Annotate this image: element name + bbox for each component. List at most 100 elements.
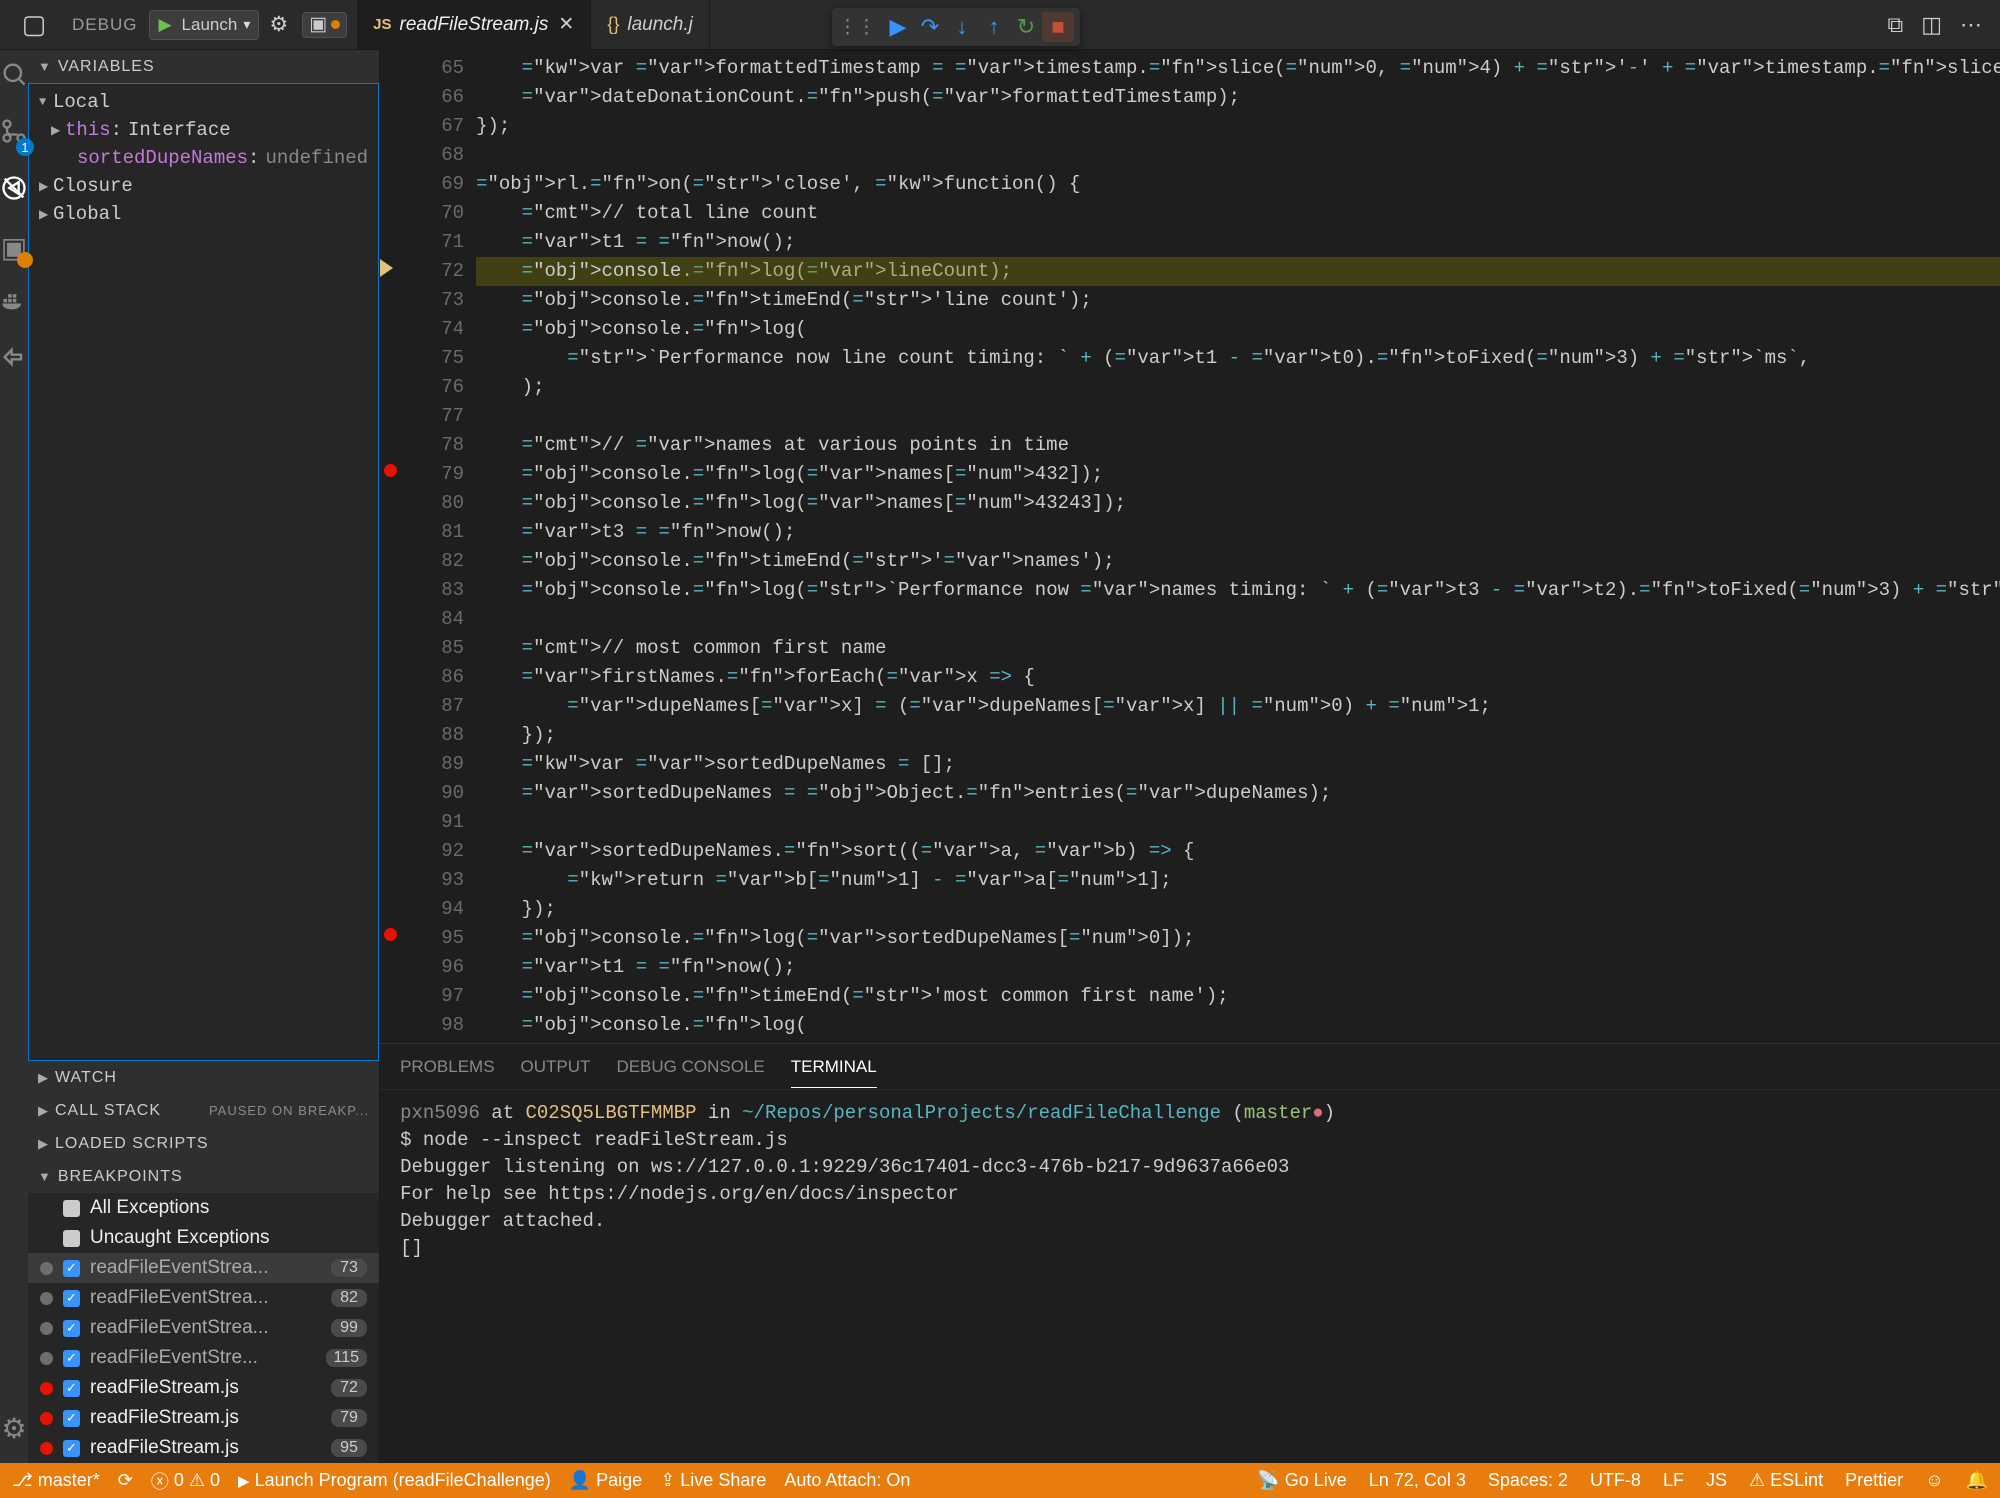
status-autoattach[interactable]: Auto Attach: On	[784, 1470, 910, 1491]
scope-local[interactable]: ▼Local	[29, 88, 378, 116]
code-line[interactable]: ="var">t1 = ="fn">now();	[476, 228, 2000, 257]
search-icon[interactable]	[0, 60, 28, 95]
compare-icon[interactable]: ⧉	[1887, 12, 1903, 38]
code-line[interactable]: ="cmt">// most common first name	[476, 634, 2000, 663]
code-line[interactable]: ="var">t1 = ="fn">now();	[476, 953, 2000, 982]
code-line[interactable]: ="var">sortedDupeNames.="fn">sort((="var…	[476, 837, 2000, 866]
code-editor[interactable]: ="kw">var ="var">formattedTimestamp = ="…	[472, 50, 2000, 1043]
code-line[interactable]: ="obj">console.="fn">log(="var">lineCoun…	[476, 257, 2000, 286]
code-line[interactable]: ="obj">console.="fn">timeEnd(="str">'="v…	[476, 547, 2000, 576]
code-line[interactable]: ="obj">console.="fn">log(	[476, 315, 2000, 344]
files-icon[interactable]: ▢	[22, 9, 47, 40]
status-encoding[interactable]: UTF-8	[1590, 1470, 1641, 1491]
code-line[interactable]: ="obj">console.="fn">log(="var">sortedDu…	[476, 924, 2000, 953]
continue-icon[interactable]: ▶	[882, 14, 914, 40]
watch-header[interactable]: ▶WATCH	[28, 1061, 379, 1094]
debug-settings-icon[interactable]: ⚙	[269, 12, 288, 37]
tab-terminal[interactable]: TERMINAL	[791, 1057, 877, 1088]
code-line[interactable]	[476, 402, 2000, 431]
dropdown-icon[interactable]: ▾	[243, 16, 250, 33]
docker-icon[interactable]	[0, 286, 28, 321]
checkbox-icon[interactable]	[63, 1200, 80, 1217]
tab-output[interactable]: OUTPUT	[521, 1057, 591, 1077]
checkbox-icon[interactable]: ✓	[63, 1350, 80, 1367]
status-eol[interactable]: LF	[1663, 1470, 1684, 1491]
code-line[interactable]: ="var">dupeNames[="var">x] = (="var">dup…	[476, 692, 2000, 721]
code-line[interactable]: ="kw">var ="var">formattedTimestamp = ="…	[476, 54, 2000, 83]
status-feedback-icon[interactable]: ☺	[1925, 1470, 1943, 1491]
code-line[interactable]: ="obj">console.="fn">log(="var">names[="…	[476, 460, 2000, 489]
code-line[interactable]: );	[476, 373, 2000, 402]
status-spaces[interactable]: Spaces: 2	[1488, 1470, 1568, 1491]
code-line[interactable]: ="kw">return ="var">b[="num">1] - ="var"…	[476, 866, 2000, 895]
step-into-icon[interactable]: ↓	[946, 14, 978, 40]
code-line[interactable]: });	[476, 721, 2000, 750]
stop-icon[interactable]: ■	[1042, 12, 1074, 42]
code-line[interactable]	[476, 605, 2000, 634]
checkbox-icon[interactable]: ✓	[63, 1380, 80, 1397]
debug-toolbar[interactable]: ⋮⋮ ▶ ↷ ↓ ↑ ↻ ■	[832, 8, 1080, 46]
tab-problems[interactable]: PROBLEMS	[400, 1057, 494, 1077]
variables-tree[interactable]: ▼Local ▶this:Interface sortedDupeNames:u…	[28, 83, 379, 1061]
scope-global[interactable]: ▶Global	[29, 200, 378, 228]
breakpoint-item[interactable]: ✓ readFileStream.js 79	[28, 1403, 379, 1433]
settings-icon[interactable]: ⚙	[1, 1412, 26, 1445]
checkbox-icon[interactable]: ✓	[63, 1440, 80, 1457]
code-line[interactable]: ="var">firstNames.="fn">forEach(="var">x…	[476, 663, 2000, 692]
breakpoint-item[interactable]: ✓ readFileEventStrea... 82	[28, 1283, 379, 1313]
breakpoint-item[interactable]: ✓ readFileEventStrea... 99	[28, 1313, 379, 1343]
tab-debug-console[interactable]: DEBUG CONSOLE	[616, 1057, 764, 1077]
code-line[interactable]: ="str">`Performance now line count timin…	[476, 344, 2000, 373]
var-this[interactable]: ▶this:Interface	[29, 116, 378, 144]
launch-config-select[interactable]: ▶ Launch ▾	[149, 10, 259, 40]
status-branch[interactable]: ⎇master*	[12, 1470, 100, 1491]
code-line[interactable]: ="obj">console.="fn">timeEnd(="str">'mos…	[476, 982, 2000, 1011]
code-line[interactable]: ="var">dateDonationCount.="fn">push(="va…	[476, 83, 2000, 112]
code-line[interactable]: ="obj">console.="fn">log(="var">names[="…	[476, 489, 2000, 518]
code-line[interactable]: ="var">sortedDupeNames = ="obj">Object.=…	[476, 779, 2000, 808]
status-eslint[interactable]: ⚠ESLint	[1749, 1470, 1823, 1491]
breakpoint-item[interactable]: ✓ readFileStream.js 95	[28, 1433, 379, 1463]
status-sync[interactable]: ⟳	[118, 1470, 133, 1491]
code-line[interactable]	[476, 808, 2000, 837]
breakpoint-dot-icon[interactable]	[384, 928, 397, 941]
code-line[interactable]: ="obj">console.="fn">timeEnd(="str">'lin…	[476, 286, 2000, 315]
step-over-icon[interactable]: ↷	[914, 14, 946, 40]
liveshare-icon[interactable]	[0, 343, 28, 378]
checkbox-icon[interactable]: ✓	[63, 1260, 80, 1277]
code-line[interactable]: ="obj">console.="fn">log(	[476, 1011, 2000, 1040]
code-line[interactable]: ="cmt">// total line count	[476, 199, 2000, 228]
restart-icon[interactable]: ↻	[1010, 14, 1042, 40]
code-line[interactable]: ="var">t3 = ="fn">now();	[476, 518, 2000, 547]
code-line[interactable]: });	[476, 895, 2000, 924]
status-paige[interactable]: 👤Paige	[569, 1470, 642, 1491]
loadedscripts-header[interactable]: ▶LOADED SCRIPTS	[28, 1127, 379, 1160]
more-icon[interactable]: ⋯	[1960, 12, 1982, 38]
breakpoint-dot-icon[interactable]	[384, 464, 397, 477]
step-out-icon[interactable]: ↑	[978, 14, 1010, 40]
code-line[interactable]: ="kw">var ="var">sortedDupeNames = [];	[476, 750, 2000, 779]
breakpoint-gutter[interactable]	[380, 50, 402, 1043]
bp-uncaught-exceptions[interactable]: Uncaught Exceptions	[28, 1223, 379, 1253]
split-editor-icon[interactable]: ◫	[1921, 12, 1942, 38]
code-line[interactable]	[476, 141, 2000, 170]
extensions-icon[interactable]: ▣	[1, 231, 27, 264]
checkbox-icon[interactable]	[63, 1230, 80, 1247]
variables-header[interactable]: ▼ VARIABLES	[28, 50, 379, 83]
checkbox-icon[interactable]: ✓	[63, 1290, 80, 1307]
status-launch[interactable]: ▶Launch Program (readFileChallenge)	[238, 1470, 551, 1491]
breakpoint-item[interactable]: ✓ readFileEventStrea... 73	[28, 1253, 379, 1283]
status-golive[interactable]: 📡Go Live	[1257, 1470, 1346, 1491]
status-prettier[interactable]: Prettier	[1845, 1470, 1903, 1491]
bp-all-exceptions[interactable]: All Exceptions	[28, 1193, 379, 1223]
checkbox-icon[interactable]: ✓	[63, 1320, 80, 1337]
checkbox-icon[interactable]: ✓	[63, 1410, 80, 1427]
status-liveshare[interactable]: ⇪Live Share	[660, 1470, 766, 1491]
breakpoint-item[interactable]: ✓ readFileStream.js 72	[28, 1373, 379, 1403]
status-errors[interactable]: ⓧ0 ⚠0	[151, 1468, 220, 1494]
code-line[interactable]: ="cmt">// ="var">names at various points…	[476, 431, 2000, 460]
var-sorteddupenames[interactable]: sortedDupeNames:undefined	[29, 144, 378, 172]
drag-handle-icon[interactable]: ⋮⋮	[838, 16, 876, 39]
debug-icon[interactable]	[0, 174, 28, 209]
breakpoints-header[interactable]: ▼BREAKPOINTS	[28, 1160, 379, 1193]
